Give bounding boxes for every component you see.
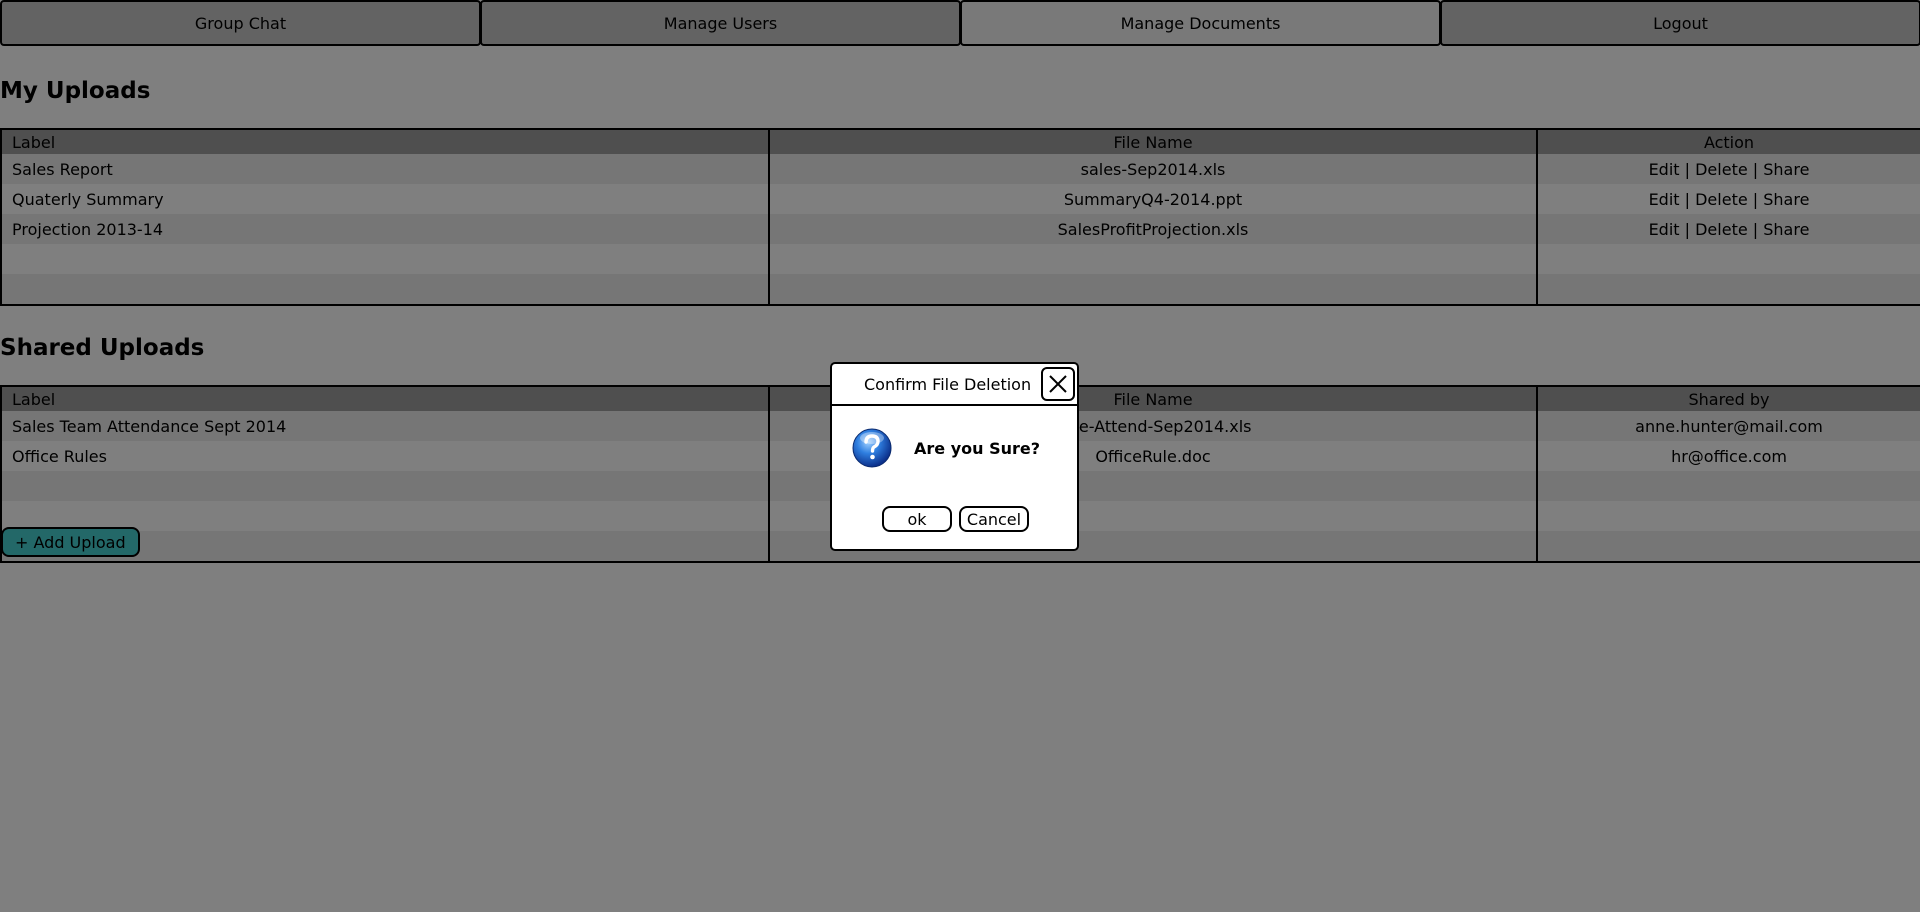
question-icon <box>852 428 892 468</box>
dialog-header: Confirm File Deletion <box>832 364 1077 406</box>
dialog-message: Are you Sure? <box>914 439 1041 458</box>
close-icon <box>1049 375 1067 393</box>
cancel-button[interactable]: Cancel <box>959 506 1029 532</box>
dialog-close-button[interactable] <box>1041 367 1075 401</box>
confirm-delete-dialog: Confirm File Deletion Are you Sure? ok C… <box>830 362 1079 551</box>
ok-button[interactable]: ok <box>882 506 952 532</box>
dialog-title: Confirm File Deletion <box>864 375 1032 394</box>
